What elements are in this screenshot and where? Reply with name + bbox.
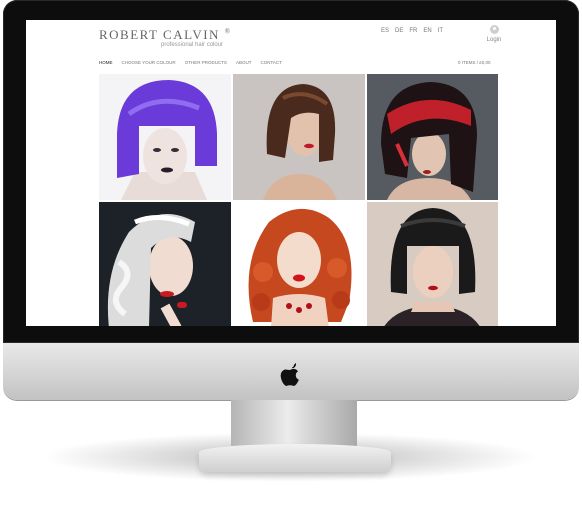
photo-gallery — [99, 74, 498, 326]
nav-contact[interactable]: CONTACT — [260, 60, 281, 65]
lang-fr[interactable]: FR — [409, 28, 417, 34]
nav-choose-colour[interactable]: CHOOSE YOUR COLOUR — [122, 60, 176, 65]
imac-monitor: ROBERT CALVIN ® professional hair colour… — [3, 0, 579, 472]
gallery-photo-brunette[interactable] — [233, 74, 365, 200]
stand-base — [199, 444, 391, 472]
lang-de[interactable]: DE — [395, 28, 403, 34]
gallery-photo-copper[interactable] — [233, 202, 365, 326]
apple-icon — [280, 363, 299, 386]
nav-about[interactable]: ABOUT — [236, 60, 252, 65]
lang-es[interactable]: ES — [381, 28, 389, 34]
monitor-bezel: ROBERT CALVIN ® professional hair colour… — [3, 0, 579, 343]
nav-home[interactable]: HOME — [99, 60, 113, 65]
lang-en[interactable]: EN — [423, 28, 431, 34]
login-button[interactable]: Login — [484, 25, 504, 43]
gallery-photo-black[interactable] — [367, 202, 498, 326]
brand-tagline: professional hair colour — [161, 42, 224, 48]
cart-summary[interactable]: 0 ITEMS / £0,00 — [458, 60, 491, 65]
brand-name: ROBERT CALVIN ® — [99, 27, 232, 42]
gallery-photo-platinum[interactable] — [99, 202, 231, 326]
main-nav: HOME CHOOSE YOUR COLOUR OTHER PRODUCTS A… — [99, 60, 282, 65]
cart-text: 0 ITEMS / £0,00 — [458, 60, 491, 65]
lang-it[interactable]: IT — [438, 28, 443, 34]
website-screen: ROBERT CALVIN ® professional hair colour… — [26, 20, 556, 326]
gallery-photo-red[interactable] — [367, 74, 498, 200]
language-switcher: ES DE FR EN IT — [381, 28, 443, 34]
user-icon — [489, 25, 499, 34]
gallery-photo-violet[interactable] — [99, 74, 231, 200]
stand-neck — [231, 400, 357, 446]
login-label: Login — [486, 37, 502, 43]
nav-other-products[interactable]: OTHER PRODUCTS — [185, 60, 227, 65]
site-logo[interactable]: ROBERT CALVIN ® professional hair colour — [99, 27, 232, 48]
